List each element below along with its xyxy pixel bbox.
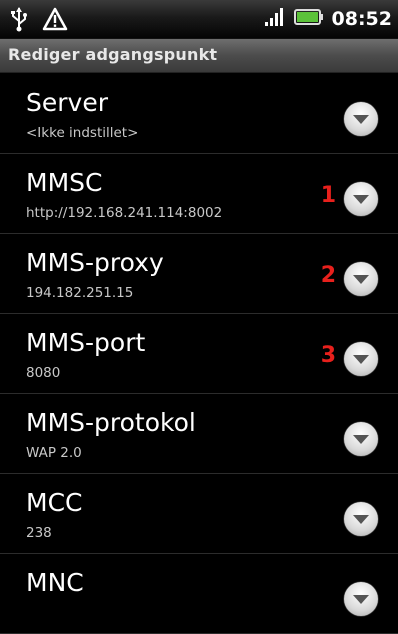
chevron-down-icon[interactable] [344,582,378,616]
chevron-down-icon[interactable] [344,342,378,376]
page-title: Rediger adgangspunkt [8,45,218,64]
list-item-title: MMS-proxy [26,248,164,277]
signal-icon [264,6,286,32]
annotation-marker: 2 [320,263,336,288]
list-item-mms-proxy[interactable]: MMS-proxy 194.182.251.15 2 [0,234,398,314]
list-item-summary: 8080 [26,365,61,381]
list-item-title: Server [26,88,108,117]
usb-icon [10,6,28,36]
title-bar: Rediger adgangspunkt [0,39,398,73]
chevron-down-icon[interactable] [344,182,378,216]
list-item-mmsc[interactable]: MMSC http://192.168.241.114:8002 1 [0,154,398,234]
battery-icon [293,7,324,31]
list-item-title: MMS-port [26,328,146,357]
status-left-icons [10,6,68,36]
list-item-mcc[interactable]: MCC 238 [0,474,398,554]
annotation-marker: 3 [320,343,336,368]
list-item-mnc[interactable]: MNC [0,554,398,634]
list-item-title: MMSC [26,168,103,197]
list-item-summary: <Ikke indstillet> [26,125,139,141]
chevron-down-icon[interactable] [344,262,378,296]
list-item-summary: http://192.168.241.114:8002 [26,205,223,221]
warning-icon [42,7,68,35]
list-item-summary: 238 [26,525,52,541]
list-item-mms-port[interactable]: MMS-port 8080 3 [0,314,398,394]
status-bar: 08:52 [0,0,398,39]
list-item-title: MNC [26,568,84,597]
list-item-summary: 194.182.251.15 [26,285,134,301]
chevron-down-icon[interactable] [344,422,378,456]
list-item-title: MCC [26,488,83,517]
status-time: 08:52 [331,8,392,30]
list-item-summary: WAP 2.0 [26,445,82,461]
status-right-group: 08:52 [264,6,392,32]
annotation-marker: 1 [320,183,336,208]
chevron-down-icon[interactable] [344,502,378,536]
settings-list: Server <Ikke indstillet> MMSC http://192… [0,74,398,634]
list-item-title: MMS-protokol [26,408,196,437]
list-item-mms-protokol[interactable]: MMS-protokol WAP 2.0 [0,394,398,474]
chevron-down-icon[interactable] [344,102,378,136]
list-item-server[interactable]: Server <Ikke indstillet> [0,74,398,154]
